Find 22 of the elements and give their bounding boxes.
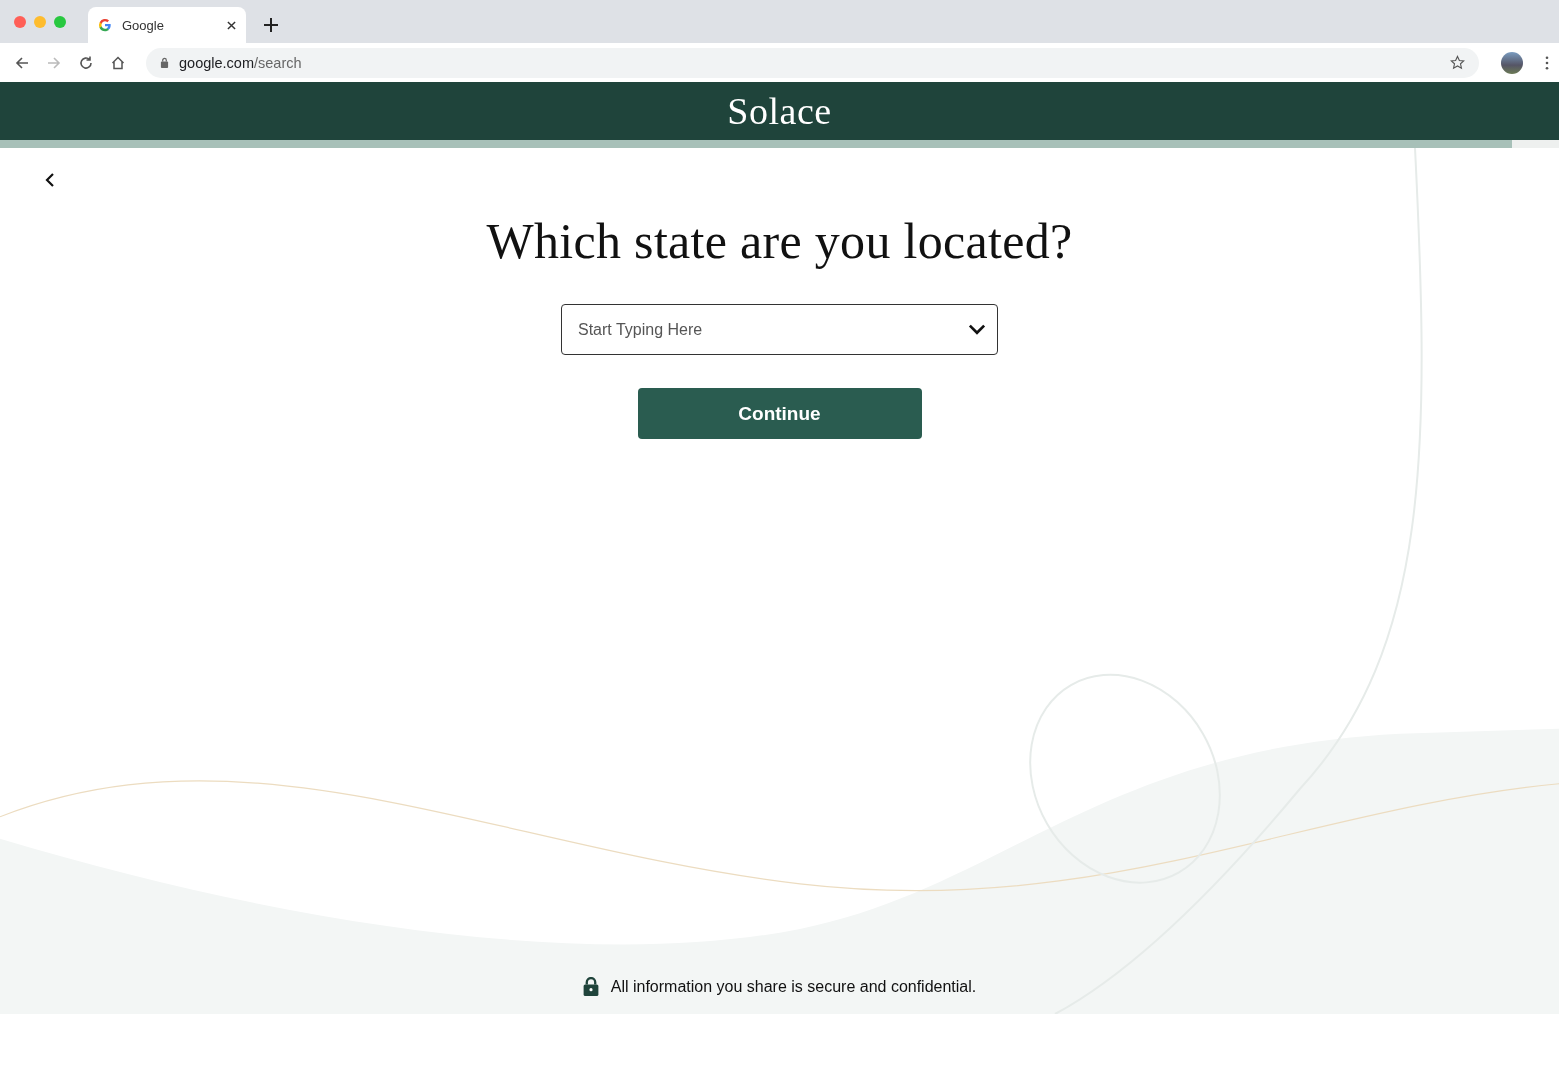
bookmark-star-icon[interactable] [1450, 55, 1465, 70]
security-note: All information you share is secure and confidential. [610, 977, 977, 996]
chevron-down-icon [968, 324, 986, 335]
lock-icon [160, 57, 169, 68]
state-select-field[interactable]: Start Typing Here [561, 304, 998, 355]
browser-tab[interactable]: Google [88, 7, 246, 43]
question-title: Which state are you located? [486, 212, 1073, 270]
reload-icon[interactable] [78, 54, 94, 71]
address-bar[interactable]: google.com/search [146, 47, 1479, 78]
new-tab-icon[interactable] [264, 18, 278, 32]
url-host: google.com [179, 54, 254, 71]
close-tab-icon[interactable] [227, 20, 236, 30]
padlock-icon [582, 977, 599, 996]
back-arrow-icon[interactable] [14, 54, 30, 71]
profile-avatar[interactable] [1501, 51, 1523, 74]
g-logo-icon [98, 18, 112, 32]
continue-button[interactable]: Continue [637, 388, 922, 439]
back-chevron-icon[interactable] [45, 172, 55, 188]
home-icon[interactable] [110, 54, 126, 71]
solace-logo: Solace [727, 89, 832, 133]
menu-icon[interactable] [1545, 55, 1549, 70]
url-path: /search [253, 54, 303, 71]
